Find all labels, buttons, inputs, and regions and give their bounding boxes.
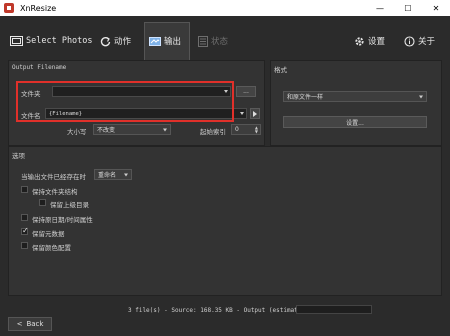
chevron-down-icon[interactable] [240,112,244,115]
case-label: 大小写 [67,128,87,136]
about-label: 关于 [418,37,436,47]
photos-icon [10,36,23,46]
format-settings-button[interactable]: 设置... [283,116,427,128]
keep-structure-label: 保持文件夹结构 [32,188,78,196]
info-icon [404,35,415,47]
highlight-box [16,81,234,122]
browse-button[interactable]: ... [236,86,256,97]
select-photos-label: Select Photos [26,36,93,46]
status-label: 状态 [211,37,229,47]
start-index-label: 起始索引 [200,128,226,136]
output-progress-bar [296,305,372,314]
chevron-left-icon: < [16,320,23,328]
maximize-button[interactable]: ☐ [394,0,422,16]
minimize-button[interactable]: — [366,0,394,16]
gear-icon [355,36,364,46]
select-photos-tab[interactable]: Select Photos [10,34,93,48]
keep-color-profile-checkbox[interactable] [21,242,28,249]
keep-structure-checkbox[interactable] [21,186,28,193]
output-icon [149,36,161,46]
action-label: 动作 [114,37,132,47]
about-button[interactable]: 关于 [404,34,435,48]
title-bar: XnResize — ☐ ✕ [0,0,450,16]
keep-color-profile-label: 保留颜色配置 [32,244,71,252]
output-label: 输出 [164,37,182,47]
keep-metadata-label: 保留元数据 [32,230,65,238]
footer [0,300,450,336]
status-text: 3 file(s) - Source: 168.35 KB - Output (… [128,307,306,314]
keep-parent-label: 保留上级目录 [50,201,89,209]
options-title: 选项 [12,152,25,160]
format-panel [270,60,442,146]
action-tab[interactable]: 动作 [100,34,131,48]
output-tab[interactable]: 输出 [149,34,181,48]
settings-label: 设置 [368,37,386,47]
keep-date-checkbox[interactable] [21,214,28,221]
window-title: XnResize [20,3,57,13]
rotate-icon [100,36,111,46]
keep-date-label: 保持原日期/时间属性 [32,216,93,224]
play-icon [253,110,257,117]
keep-parent-checkbox[interactable] [39,199,46,206]
chevron-down-icon [419,95,423,98]
insert-tag-button[interactable] [250,108,260,119]
back-label: Back [26,320,44,328]
format-dropdown[interactable]: 和原文件一样 [283,91,427,102]
settings-button[interactable]: 设置 [354,34,385,48]
format-title: 格式 [274,66,287,74]
document-icon [198,35,208,47]
chevron-down-icon [124,173,128,176]
status-tab[interactable]: 状态 [198,34,228,48]
start-index-spinner[interactable]: 0 ▲ ▼ [231,124,261,135]
close-button[interactable]: ✕ [422,0,450,16]
case-dropdown[interactable]: 不改变 [93,124,171,135]
output-filename-title: Output Filename [12,64,67,71]
exists-dropdown[interactable]: 重命名 [94,169,132,180]
app-logo-icon [4,3,14,13]
back-button[interactable]: < Back [8,317,52,331]
chevron-down-icon [163,128,167,131]
spinner-arrows-icon[interactable]: ▲ ▼ [255,126,258,134]
exists-label: 当输出文件已经存在时 [21,173,86,181]
keep-metadata-checkbox[interactable] [21,226,29,235]
